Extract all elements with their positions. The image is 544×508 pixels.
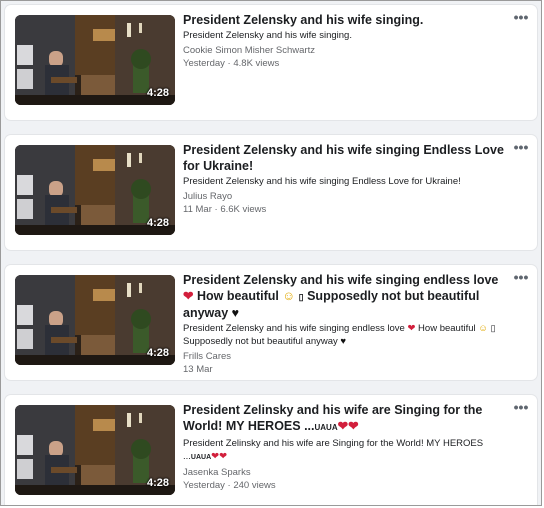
video-date: Yesterday xyxy=(183,58,225,69)
video-description: President Zelensky and his wife singing … xyxy=(183,323,496,347)
video-description: President Zelensky and his wife singing … xyxy=(183,176,461,187)
search-results-frame: 4:28 President Zelensky and his wife sin… xyxy=(0,0,542,506)
smiley-icon: ☺ xyxy=(282,289,296,303)
video-duration: 4:28 xyxy=(146,217,169,229)
video-date: 11 Mar xyxy=(183,204,212,215)
video-duration: 4:28 xyxy=(146,347,169,359)
channel-name[interactable]: Jasenka Sparks xyxy=(183,466,507,479)
video-date: 13 Mar xyxy=(183,364,213,375)
video-thumbnail[interactable]: 4:28 xyxy=(15,405,175,495)
video-date: Yesterday xyxy=(183,480,225,491)
heart-icon: ❤ xyxy=(219,451,228,462)
video-result-card[interactable]: 4:28 President Zelensky and his wife sin… xyxy=(5,135,537,250)
video-duration: 4:28 xyxy=(146,87,169,99)
heart-icon: ❤ xyxy=(348,419,359,433)
video-title[interactable]: President Zelensky and his wife singing. xyxy=(183,12,507,28)
video-title[interactable]: President Zelinsky and his wife are Sing… xyxy=(183,402,507,436)
more-options-icon[interactable]: ••• xyxy=(511,400,531,415)
video-description: President Zelinsky and his wife are Sing… xyxy=(183,438,484,462)
video-title[interactable]: President Zelensky and his wife singing … xyxy=(183,142,507,174)
view-count: 240 views xyxy=(233,480,276,491)
video-description: President Zelensky and his wife singing. xyxy=(183,30,352,41)
black-heart-icon: ♥ xyxy=(340,336,347,347)
more-options-icon[interactable]: ••• xyxy=(511,140,531,155)
smiley-icon: ☺ xyxy=(478,323,488,334)
channel-name[interactable]: Julius Rayo xyxy=(183,190,507,203)
heart-icon: ❤ xyxy=(183,289,194,303)
missing-glyph-icon: ▯ xyxy=(298,292,304,302)
country-tag: UAUA xyxy=(190,454,212,461)
heart-icon: ❤ xyxy=(407,323,416,334)
country-tag: UAUA xyxy=(314,423,338,432)
video-thumbnail[interactable]: 4:28 xyxy=(15,15,175,105)
more-options-icon[interactable]: ••• xyxy=(511,10,531,25)
more-options-icon[interactable]: ••• xyxy=(511,270,531,285)
black-heart-icon: ♥ xyxy=(231,306,240,320)
heart-icon: ❤ xyxy=(337,419,349,433)
view-count: 6.6K views xyxy=(220,204,267,215)
video-result-card[interactable]: 4:28 President Zelensky and his wife sin… xyxy=(5,265,537,380)
video-title[interactable]: President Zelensky and his wife singing … xyxy=(183,272,507,321)
channel-name[interactable]: Cookie Simon Misher Schwartz xyxy=(183,44,507,57)
video-duration: 4:28 xyxy=(146,477,169,489)
video-thumbnail[interactable]: 4:28 xyxy=(15,275,175,365)
missing-glyph-icon: ▯ xyxy=(490,323,496,333)
view-count: 4.8K views xyxy=(233,58,280,69)
video-result-card[interactable]: 4:28 President Zelensky and his wife sin… xyxy=(5,5,537,120)
video-thumbnail[interactable]: 4:28 xyxy=(15,145,175,235)
heart-icon: ❤ xyxy=(211,451,220,462)
video-result-card[interactable]: 4:28 President Zelinsky and his wife are… xyxy=(5,395,537,505)
channel-name[interactable]: Frills Cares xyxy=(183,350,507,363)
